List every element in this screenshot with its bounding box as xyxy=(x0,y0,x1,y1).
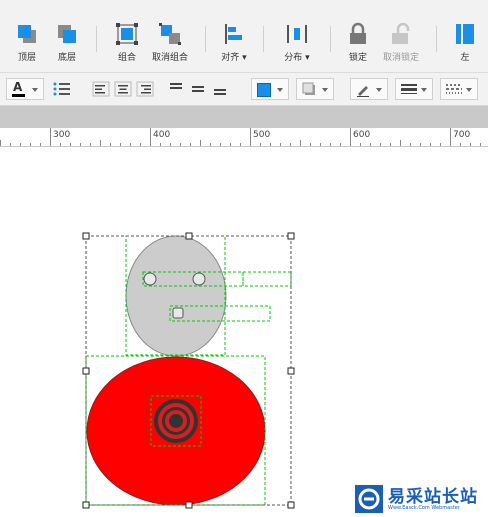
distribute-icon xyxy=(285,22,309,46)
send-to-back-icon xyxy=(55,22,79,46)
resize-handle-sw[interactable] xyxy=(82,501,90,509)
design-canvas[interactable] xyxy=(0,147,488,516)
ruler-label: 700 xyxy=(453,130,471,140)
watermark: 易采站长站 Www.Easck.Com Webmaster xyxy=(352,482,488,516)
mouth-square[interactable] xyxy=(172,307,184,319)
line-color-picker[interactable] xyxy=(350,78,388,100)
align-text-right-icon[interactable] xyxy=(136,81,154,97)
shadow-icon xyxy=(302,82,315,95)
bullet-list-icon xyxy=(53,82,70,96)
ungroup-icon xyxy=(158,22,182,46)
shadow-picker[interactable] xyxy=(296,78,334,100)
resize-handle-se[interactable] xyxy=(287,501,295,509)
align-left-label: 左 xyxy=(460,53,470,63)
font-color-picker[interactable]: A xyxy=(6,78,44,100)
dashed-line-icon xyxy=(446,84,462,94)
watermark-subtitle: Www.Easck.Com Webmaster xyxy=(388,505,460,511)
toolbar-divider xyxy=(436,26,437,52)
chevron-down-icon xyxy=(277,88,283,92)
ungroup-label: 取消组合 xyxy=(151,53,188,63)
group-label: 组合 xyxy=(117,53,136,63)
toolbar-divider xyxy=(330,26,331,52)
watermark-logo-icon xyxy=(355,485,383,513)
align-button[interactable]: 对齐 ▾ xyxy=(212,22,256,63)
fill-color-swatch xyxy=(257,83,271,97)
line-style-picker[interactable] xyxy=(440,78,478,100)
chevron-down-icon xyxy=(322,88,328,92)
target-center xyxy=(169,414,183,428)
align-text-left-icon[interactable] xyxy=(92,81,110,97)
resize-handle-nw[interactable] xyxy=(82,232,90,240)
toolbar-divider xyxy=(205,26,206,52)
format-toolbar: A xyxy=(0,73,488,106)
lock-button[interactable]: 锁定 xyxy=(336,22,380,63)
eye-text-bounds xyxy=(242,271,292,287)
bring-to-front-label: 顶层 xyxy=(17,53,36,63)
bring-to-front-icon xyxy=(15,22,39,46)
ruler-label: 500 xyxy=(253,130,271,140)
send-to-back-label: 底层 xyxy=(57,53,76,63)
main-toolbar: 顶层 底层 组合 取消组合 对齐 ▾ 分布 ▾ 锁定 取消锁定 左 xyxy=(0,0,488,73)
ruler-ticks xyxy=(0,128,481,146)
send-to-back-button[interactable]: 底层 xyxy=(45,22,89,63)
bullet-list-button[interactable] xyxy=(50,78,74,100)
resize-handle-s[interactable] xyxy=(185,501,193,509)
chevron-down-icon xyxy=(376,88,382,92)
resize-handle-ne[interactable] xyxy=(287,232,295,240)
fill-color-picker[interactable] xyxy=(251,78,289,100)
line-weight-icon xyxy=(401,84,417,94)
align-icon xyxy=(222,22,246,46)
distribute-button[interactable]: 分布 ▾ xyxy=(275,22,319,63)
bring-to-front-button[interactable]: 顶层 xyxy=(5,22,49,63)
unlock-button[interactable]: 取消锁定 xyxy=(379,22,423,63)
chevron-down-icon xyxy=(32,88,38,92)
watermark-title: 易采站长站 xyxy=(388,487,478,507)
align-text-center-icon[interactable] xyxy=(114,81,132,97)
align-left-button[interactable]: 左 xyxy=(443,22,487,63)
valign-top-icon[interactable] xyxy=(167,81,185,97)
ruler-label: 300 xyxy=(53,130,71,140)
lock-label: 锁定 xyxy=(348,53,367,63)
text-align-group xyxy=(90,78,160,100)
left-eye[interactable] xyxy=(143,272,157,286)
ungroup-button[interactable]: 取消组合 xyxy=(148,22,192,63)
head-ellipse[interactable] xyxy=(125,235,227,357)
distribute-label: 分布 ▾ xyxy=(284,53,310,63)
canvas-tab-strip xyxy=(0,106,488,128)
chevron-down-icon xyxy=(421,88,427,92)
right-eye[interactable] xyxy=(192,272,206,286)
align-label: 对齐 ▾ xyxy=(221,53,247,63)
resize-handle-w[interactable] xyxy=(82,367,90,375)
font-color-swatch xyxy=(12,94,25,97)
pen-icon xyxy=(357,86,369,97)
unlock-label: 取消锁定 xyxy=(382,53,419,63)
font-color-icon: A xyxy=(13,80,23,94)
horizontal-ruler: 300 400 500 600 700 xyxy=(0,128,488,147)
resize-handle-n[interactable] xyxy=(185,232,193,240)
line-weight-picker[interactable] xyxy=(395,78,433,100)
left-panel-icon xyxy=(453,22,477,46)
toolbar-divider xyxy=(96,26,97,52)
vertical-align-group xyxy=(165,78,235,100)
valign-middle-icon[interactable] xyxy=(189,81,207,97)
ruler-label: 400 xyxy=(153,130,171,140)
valign-bottom-icon[interactable] xyxy=(211,81,229,97)
group-icon xyxy=(115,22,139,46)
lock-icon xyxy=(346,22,370,46)
group-button[interactable]: 组合 xyxy=(105,22,149,63)
toolbar-divider xyxy=(263,26,264,52)
ruler-label: 600 xyxy=(353,130,371,140)
unlock-icon xyxy=(389,22,413,46)
chevron-down-icon xyxy=(466,88,472,92)
resize-handle-e[interactable] xyxy=(287,367,295,375)
